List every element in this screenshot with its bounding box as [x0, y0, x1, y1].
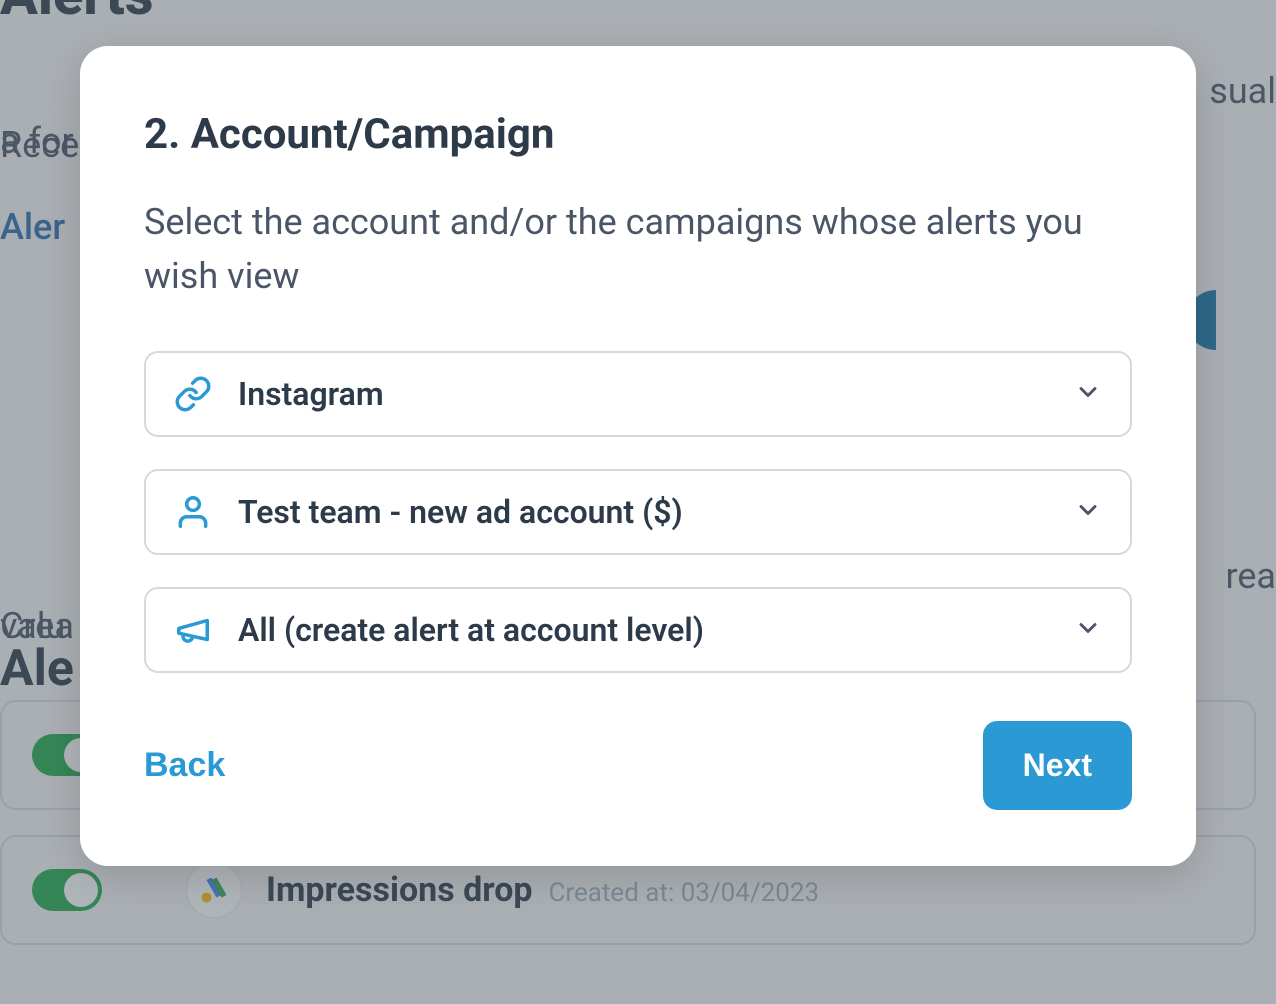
account-select-label: Test team - new ad account ($): [238, 493, 1074, 531]
account-campaign-modal: 2. Account/Campaign Select the account a…: [80, 46, 1196, 866]
platform-select-label: Instagram: [238, 375, 1074, 413]
campaign-select[interactable]: All (create alert at account level): [144, 587, 1132, 673]
back-button[interactable]: Back: [144, 746, 225, 785]
chevron-down-icon: [1074, 496, 1102, 528]
user-icon: [174, 493, 212, 531]
platform-select[interactable]: Instagram: [144, 351, 1132, 437]
link-icon: [174, 375, 212, 413]
chevron-down-icon: [1074, 378, 1102, 410]
modal-description: Select the account and/or the campaigns …: [144, 195, 1132, 303]
chevron-down-icon: [1074, 614, 1102, 646]
account-select[interactable]: Test team - new ad account ($): [144, 469, 1132, 555]
next-button[interactable]: Next: [983, 721, 1132, 810]
campaign-select-label: All (create alert at account level): [238, 611, 1074, 649]
modal-overlay: 2. Account/Campaign Select the account a…: [0, 0, 1276, 1004]
modal-footer: Back Next: [144, 721, 1132, 810]
modal-title: 2. Account/Campaign: [144, 110, 1132, 159]
megaphone-icon: [174, 611, 212, 649]
